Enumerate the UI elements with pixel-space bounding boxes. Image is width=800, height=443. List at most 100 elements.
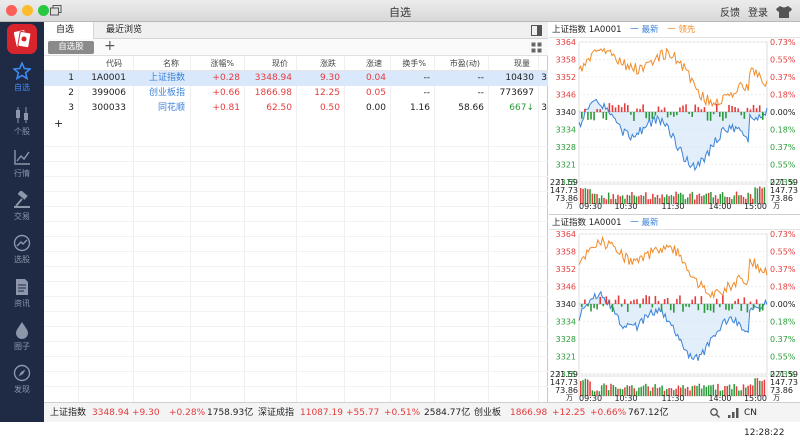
column-header-pe[interactable]: 市盈(动) (434, 56, 480, 71)
tick-bar (755, 108, 758, 112)
status-sh-amount: 1758.93亿 (207, 408, 254, 418)
column-header-code[interactable]: 代码 (78, 56, 122, 71)
price: 3348.94 (254, 73, 292, 83)
column-header-name[interactable]: 名称 (133, 56, 179, 71)
sidebar-item-market[interactable]: 行情 (0, 144, 44, 182)
volume-bar (610, 383, 612, 396)
tick-bar (676, 298, 678, 304)
tick-bar (602, 304, 605, 307)
sidebar-item-label: 发现 (14, 385, 30, 394)
price-tick-label: 3321 (556, 353, 576, 362)
sidebar-item-stock[interactable]: 个股 (0, 102, 44, 140)
volume-bar (607, 390, 610, 396)
login-link[interactable]: 登录 (748, 4, 768, 19)
table-row[interactable]: 2 399006 创业板指 +0.66 1866.98 12.25 0.05 -… (44, 86, 548, 101)
sidebar-item-label: 资讯 (14, 299, 30, 308)
tick-bar (617, 295, 620, 304)
tick-bar (685, 104, 687, 112)
status-sh-name[interactable]: 上证指数 (50, 403, 86, 423)
column-header-volume[interactable]: 现量 (488, 56, 530, 71)
search-icon[interactable] (710, 408, 720, 418)
sidebar-item-trade[interactable]: 交易 (0, 187, 44, 225)
row-index: 2 (68, 88, 74, 98)
volume-unit-label: 万 (773, 202, 780, 210)
stock-name[interactable]: 同花顺 (133, 101, 185, 116)
panel-toggle-icon[interactable] (531, 25, 542, 36)
tick-bar (691, 299, 693, 304)
group-selector-button[interactable]: 自选股 (48, 41, 94, 54)
tick-bar (630, 301, 632, 304)
add-stock-button[interactable]: + (54, 116, 66, 131)
volume-bar (647, 199, 649, 204)
volume-bar (738, 195, 740, 204)
add-group-button[interactable]: + (104, 38, 116, 54)
time-tick-label: 11:30 (661, 394, 684, 402)
tab-watchlist[interactable]: 自选 (44, 22, 94, 39)
volume-bar (740, 390, 742, 396)
tick-bar (743, 297, 746, 304)
tick-bar (648, 296, 651, 304)
feedback-link[interactable]: 反馈 (720, 4, 740, 19)
volume-bar (654, 197, 656, 204)
price-tick-label: 3340 (556, 300, 576, 309)
tick-bar (581, 304, 583, 308)
volume-bar (640, 194, 642, 204)
column-header-speed[interactable]: 涨速 (344, 56, 382, 71)
tick-bar (627, 105, 629, 112)
pct-tick-label: 0.55% (770, 56, 796, 65)
stock-name[interactable]: 上证指数 (133, 71, 185, 86)
pct-tick-label: 0.18% (770, 91, 796, 100)
tick-bar (660, 304, 663, 312)
change: 0.50 (319, 103, 340, 113)
tick-bar (722, 295, 724, 304)
tick-bar (719, 304, 721, 308)
price-tick-label: 3364 (556, 38, 576, 47)
column-header-pct[interactable]: 涨幅% (190, 56, 234, 71)
shirt-icon[interactable] (776, 5, 792, 18)
sidebar-item-screener[interactable]: 选股 (0, 230, 44, 268)
tick-bar (596, 109, 598, 112)
volume-bar (733, 384, 735, 396)
tick-bar (611, 304, 614, 312)
sidebar-item-discover[interactable]: 发现 (0, 360, 44, 398)
status-cy-amount: 767.12亿 (628, 408, 669, 418)
tick-bar (700, 296, 703, 304)
tick-bar (682, 304, 684, 312)
intraday-chart[interactable]: 3364 0.73% 3358 0.55% 3352 0.37% 3346 0.18% 3340… (549, 38, 800, 212)
tick-bar (761, 304, 764, 311)
status-sz-name[interactable]: 深证成指 (258, 403, 294, 423)
column-header-turnover[interactable]: 换手% (390, 56, 426, 71)
table-row[interactable]: 3 300033 同花顺 +0.81 62.50 0.50 0.00 1.16 … (44, 101, 548, 116)
table-row[interactable]: 1 1A0001 上证指数 +0.28 3348.94 9.30 0.04 --… (44, 71, 548, 86)
signal-icon (728, 408, 739, 418)
time-tick-label: 10:30 (614, 202, 637, 211)
column-header-price[interactable]: 现价 (244, 56, 288, 71)
price-tick-label: 3334 (556, 318, 576, 327)
tick-bar (608, 103, 611, 112)
tab-bar: 自选 最近浏览 (44, 22, 548, 39)
volume-bar (652, 193, 654, 204)
time-tick-label: 14:00 (708, 202, 731, 211)
sidebar-item-watchlist[interactable]: 自选 (0, 58, 44, 96)
grid-view-icon[interactable] (531, 42, 542, 53)
column-header-change[interactable]: 涨跌 (296, 56, 336, 71)
status-sz-amount: 2584.77亿 (424, 408, 471, 418)
time-tick-label: 15:00 (744, 394, 767, 402)
intraday-chart[interactable]: 3364 0.73% 3358 0.55% 3352 0.37% 3346 0.18% 3340… (549, 230, 800, 402)
stock-code: 1A0001 (91, 73, 126, 83)
status-cy-name[interactable]: 创业板 (474, 403, 501, 423)
time-tick-label: 11:30 (661, 202, 684, 211)
pct-tick-label: 0.00% (770, 108, 796, 117)
stock-name[interactable]: 创业板指 (133, 86, 185, 101)
sidebar-item-circle[interactable]: 圈子 (0, 317, 44, 355)
tick-bar (731, 105, 733, 112)
tick-bar (584, 108, 586, 112)
tab-recent[interactable]: 最近浏览 (94, 22, 154, 39)
sidebar-item-news[interactable]: 资讯 (0, 274, 44, 312)
price: 1866.98 (254, 88, 292, 98)
app-logo[interactable] (7, 24, 37, 54)
chart-panel: 上证指数 1A0001 一 最新 一 领先 3364 0.73% 3358 0.55%… (549, 22, 800, 402)
tick-bar (623, 299, 626, 304)
price-tick-label: 3352 (556, 265, 576, 274)
card-logo-icon (13, 30, 32, 49)
